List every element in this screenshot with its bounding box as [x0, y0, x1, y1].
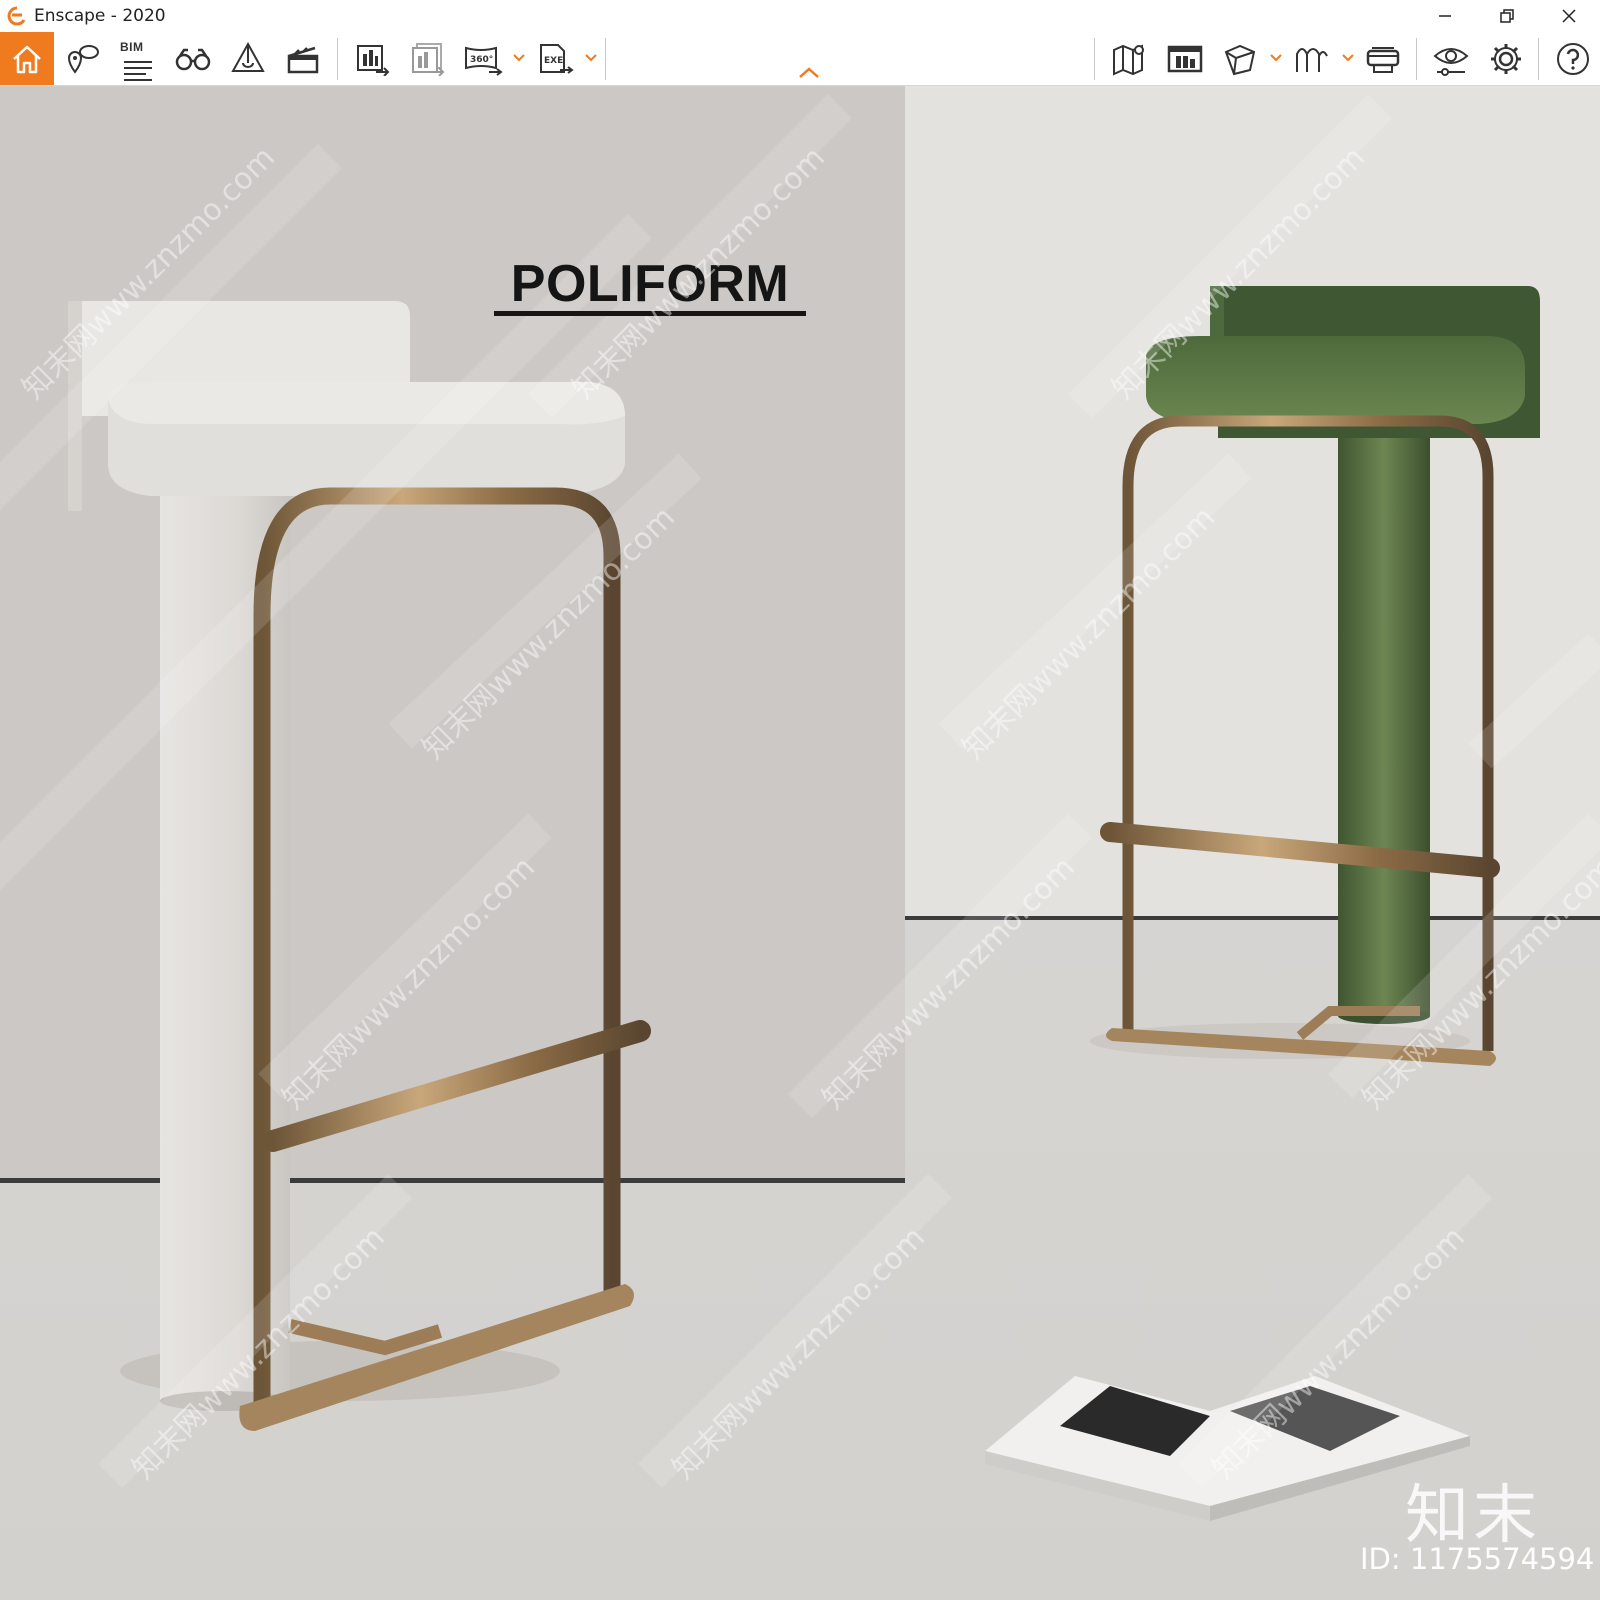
screenshot-button[interactable]	[346, 32, 400, 85]
title-bar: Enscape - 2020	[0, 0, 1600, 32]
location-pin-icon	[67, 44, 99, 74]
bim-label: BIM	[120, 40, 144, 54]
asset-library-icon	[1167, 45, 1203, 72]
vr-button[interactable]	[1357, 32, 1411, 85]
batch-export-icon	[412, 42, 445, 76]
eye-settings-icon	[1433, 47, 1469, 76]
close-icon	[1562, 9, 1576, 23]
chevron-down-icon	[585, 54, 597, 62]
walk-mode-button[interactable]	[166, 32, 220, 85]
material-button[interactable]	[221, 32, 275, 85]
chevron-down-icon	[1270, 54, 1282, 62]
brand-title: POLIFORM	[510, 255, 790, 313]
chevron-down-icon	[513, 54, 525, 62]
window-title: Enscape - 2020	[34, 6, 166, 26]
enscape-toolbar: BIM 360° EXE	[0, 32, 1600, 86]
panorama-dropdown[interactable]	[512, 50, 526, 66]
panorama-button[interactable]: 360°	[456, 32, 510, 85]
home-button[interactable]	[0, 32, 54, 85]
gear-icon	[1491, 43, 1521, 74]
help-icon	[1557, 42, 1589, 75]
exe-dropdown[interactable]	[584, 50, 598, 66]
exe-label: EXE	[544, 56, 563, 66]
home-icon	[13, 45, 41, 73]
render-viewport[interactable]: POLIFORM 知末网www.znzmo.com 知末网www.znzmo.c…	[0, 86, 1600, 1600]
cone-icon	[231, 41, 265, 72]
minimize-icon	[1439, 15, 1451, 17]
exe-export-icon: EXE	[540, 43, 574, 74]
composition-dropdown[interactable]	[1341, 50, 1355, 66]
chevron-up-icon	[799, 67, 819, 78]
map-icon	[1113, 43, 1144, 76]
enscape-logo-icon	[4, 3, 30, 29]
settings-button[interactable]	[1479, 32, 1533, 85]
view-cube-button[interactable]	[1213, 32, 1267, 85]
visual-settings-button[interactable]	[1424, 32, 1478, 85]
help-button[interactable]	[1546, 32, 1600, 85]
restore-icon	[1500, 9, 1514, 23]
close-button[interactable]	[1538, 0, 1600, 32]
view-cube-dropdown[interactable]	[1269, 50, 1283, 66]
panorama-360-icon: 360°	[465, 46, 503, 76]
bim-button[interactable]: BIM	[111, 32, 165, 85]
vr-headset-icon	[1366, 46, 1400, 73]
brand-underline	[494, 311, 806, 316]
wave-icon	[1296, 47, 1328, 72]
chevron-down-icon	[1342, 54, 1354, 62]
cube-icon	[1224, 44, 1256, 75]
views-button[interactable]	[56, 32, 110, 85]
batch-render-button[interactable]	[401, 32, 455, 85]
minimize-button[interactable]	[1414, 0, 1476, 32]
panorama-label: 360°	[470, 55, 493, 65]
export-image-icon	[357, 44, 390, 76]
map-button[interactable]	[1103, 32, 1157, 85]
video-editor-button[interactable]	[276, 32, 330, 85]
collapse-toolbar-button[interactable]	[797, 66, 821, 82]
image-id-label: ID: 1175574594	[1360, 1542, 1595, 1576]
clapperboard-icon	[287, 46, 319, 73]
binoculars-icon	[175, 48, 211, 70]
exe-export-button[interactable]: EXE	[528, 32, 582, 85]
asset-library-button[interactable]	[1158, 32, 1212, 85]
restore-button[interactable]	[1476, 0, 1538, 32]
composition-button[interactable]	[1285, 32, 1339, 85]
